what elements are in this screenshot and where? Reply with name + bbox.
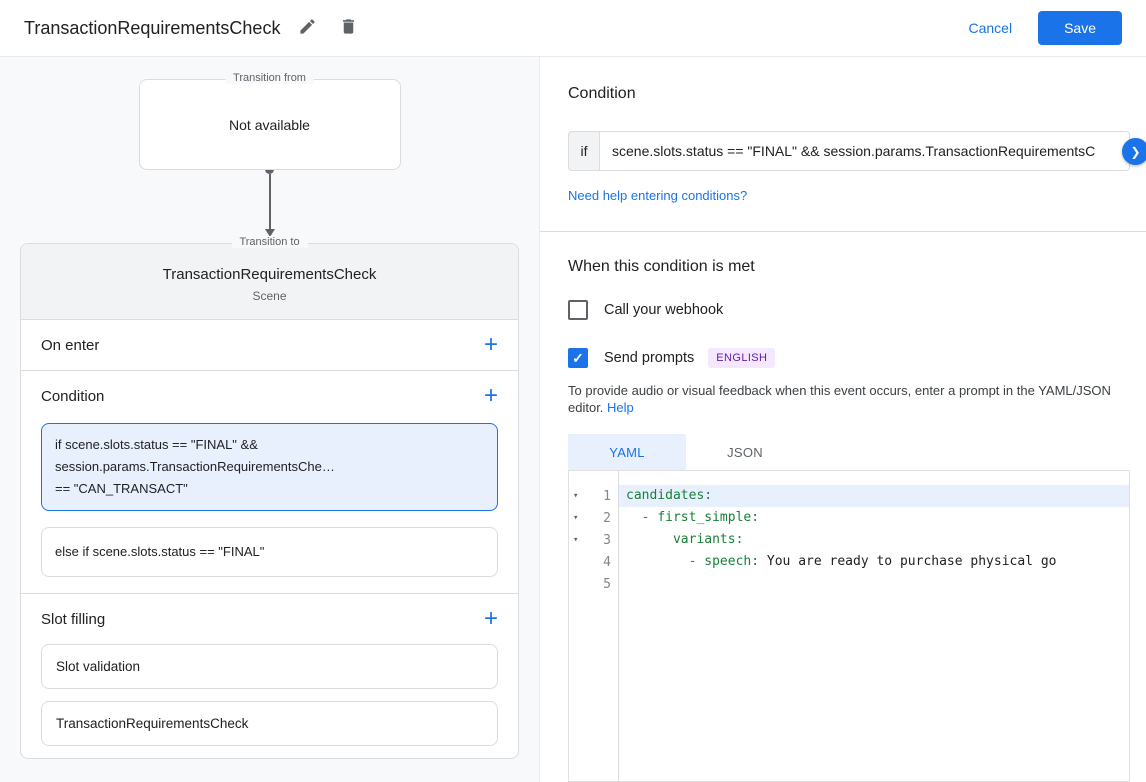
code-token: variants:: [672, 532, 744, 547]
slot-item[interactable]: Slot validation: [41, 644, 498, 689]
trash-icon: [339, 17, 358, 39]
transition-from-label: Transition from: [225, 72, 314, 84]
condition-text: session.params.TransactionRequirementsCh…: [55, 459, 335, 474]
prompts-description-text: To provide audio or visual feedback when…: [568, 383, 1111, 415]
code-token: -: [626, 554, 705, 569]
editor-tabs: YAML JSON: [568, 434, 1146, 470]
condition-text: == "CAN_TRANSACT": [55, 481, 188, 496]
scene-graph-panel: Transition from Not available Transition…: [0, 57, 540, 782]
condition-section-row: Condition +: [21, 371, 518, 421]
language-badge: ENGLISH: [708, 348, 776, 368]
transition-to-card: Transition to TransactionRequirementsChe…: [20, 236, 519, 759]
prompts-description: To provide audio or visual feedback when…: [568, 382, 1123, 416]
scene-card-header[interactable]: TransactionRequirementsCheck Scene: [21, 244, 518, 320]
transition-from-box: Transition from Not available: [138, 72, 401, 170]
condition-expression-row: if: [568, 131, 1130, 171]
code-line[interactable]: variants:: [619, 529, 1129, 551]
plus-icon: +: [483, 605, 498, 632]
add-slot-button[interactable]: +: [484, 607, 498, 631]
check-icon: ✓: [572, 349, 584, 366]
code-line[interactable]: - speech: You are ready to purchase phys…: [619, 551, 1129, 573]
help-link[interactable]: Help: [607, 400, 634, 415]
pencil-icon: [298, 17, 317, 39]
code-area[interactable]: candidates: - first_simple: variants: - …: [619, 471, 1129, 781]
slot-filling-row: Slot filling +: [21, 594, 518, 644]
gutter-row: ▾ 1: [569, 485, 618, 507]
conditions-help-row: Need help entering conditions?: [568, 187, 1146, 205]
gutter-row: ▾ 2: [569, 507, 618, 529]
line-number: 5: [603, 576, 611, 592]
condition-item[interactable]: else if scene.slots.status == "FINAL": [41, 527, 498, 577]
code-token: first_simple:: [657, 510, 760, 525]
line-number: 1: [603, 488, 611, 504]
condition-editor-panel: ❯ Condition if Need help entering condit…: [540, 57, 1146, 782]
code-token: You are ready to purchase physical go: [759, 554, 1057, 569]
code-line[interactable]: [619, 573, 1129, 595]
plus-icon: +: [483, 331, 498, 358]
send-prompts-row: ✓ Send prompts ENGLISH: [568, 348, 1146, 368]
transition-from-value: Not available: [229, 116, 310, 133]
code-line[interactable]: - first_simple:: [619, 507, 1129, 529]
editor-gutter: ▾ 1 ▾ 2 ▾ 3 4 5: [569, 471, 619, 781]
edit-title-button[interactable]: [294, 13, 321, 43]
condition-heading: Condition: [568, 85, 636, 102]
webhook-row: Call your webhook: [568, 300, 1146, 320]
fold-arrow-icon[interactable]: ▾: [573, 513, 587, 523]
code-line-highlighted[interactable]: candidates:: [619, 485, 1129, 507]
condition-expression-input[interactable]: [599, 131, 1130, 171]
code-token: -: [626, 510, 658, 525]
add-condition-button[interactable]: +: [484, 384, 498, 408]
top-bar: TransactionRequirementsCheck Cancel Save: [0, 0, 1146, 57]
plus-icon: +: [483, 382, 498, 409]
on-enter-row: On enter +: [21, 320, 518, 370]
condition-text: else if scene.slots.status == "FINAL": [55, 544, 265, 559]
code-token: speech:: [704, 554, 760, 569]
send-prompts-checkbox[interactable]: ✓: [568, 348, 588, 368]
when-met-heading: When this condition is met: [568, 258, 755, 275]
gutter-row: 4: [569, 551, 618, 573]
gutter-row: 5: [569, 573, 618, 595]
scene-title: TransactionRequirementsCheck: [162, 266, 377, 283]
add-on-enter-button[interactable]: +: [484, 333, 498, 357]
main-content: Transition from Not available Transition…: [0, 57, 1146, 782]
cancel-button[interactable]: Cancel: [968, 20, 1012, 36]
condition-section-label: Condition: [41, 387, 105, 405]
webhook-checkbox[interactable]: [568, 300, 588, 320]
condition-text: if scene.slots.status == "FINAL" &&: [55, 437, 258, 452]
header-actions: Cancel Save: [968, 11, 1122, 45]
code-token: candidates:: [626, 488, 713, 503]
transition-to-label: Transition to: [231, 236, 308, 248]
page-title: TransactionRequirementsCheck: [24, 17, 281, 38]
line-number: 2: [603, 510, 611, 526]
fold-arrow-icon[interactable]: ▾: [573, 535, 587, 545]
title-group: TransactionRequirementsCheck: [24, 13, 362, 43]
slot-filling-label: Slot filling: [41, 610, 106, 628]
fold-arrow-icon[interactable]: ▾: [573, 491, 587, 501]
send-prompts-label: Send prompts: [604, 350, 695, 366]
slot-item[interactable]: TransactionRequirementsCheck: [41, 701, 498, 746]
panel-divider: [540, 231, 1146, 232]
condition-item-selected[interactable]: if scene.slots.status == "FINAL" && sess…: [41, 423, 498, 511]
line-number: 3: [603, 532, 611, 548]
if-label: if: [568, 131, 599, 171]
scene-subtitle: Scene: [252, 289, 287, 303]
webhook-label: Call your webhook: [604, 302, 724, 318]
line-number: 4: [603, 554, 611, 570]
gutter-row: ▾ 3: [569, 529, 618, 551]
save-button[interactable]: Save: [1038, 11, 1122, 45]
connector-line: [268, 174, 271, 229]
delete-scene-button[interactable]: [335, 13, 362, 43]
on-enter-label: On enter: [41, 336, 100, 354]
tab-json[interactable]: JSON: [686, 434, 804, 470]
conditions-help-link[interactable]: Need help entering conditions?: [568, 188, 747, 203]
tab-yaml[interactable]: YAML: [568, 434, 686, 470]
chevron-right-icon: ❯: [1130, 144, 1141, 159]
collapse-panel-button[interactable]: ❯: [1122, 138, 1146, 165]
transition-connector: [0, 165, 539, 237]
code-editor[interactable]: ▾ 1 ▾ 2 ▾ 3 4 5 candidates: - first_simp…: [568, 470, 1130, 782]
